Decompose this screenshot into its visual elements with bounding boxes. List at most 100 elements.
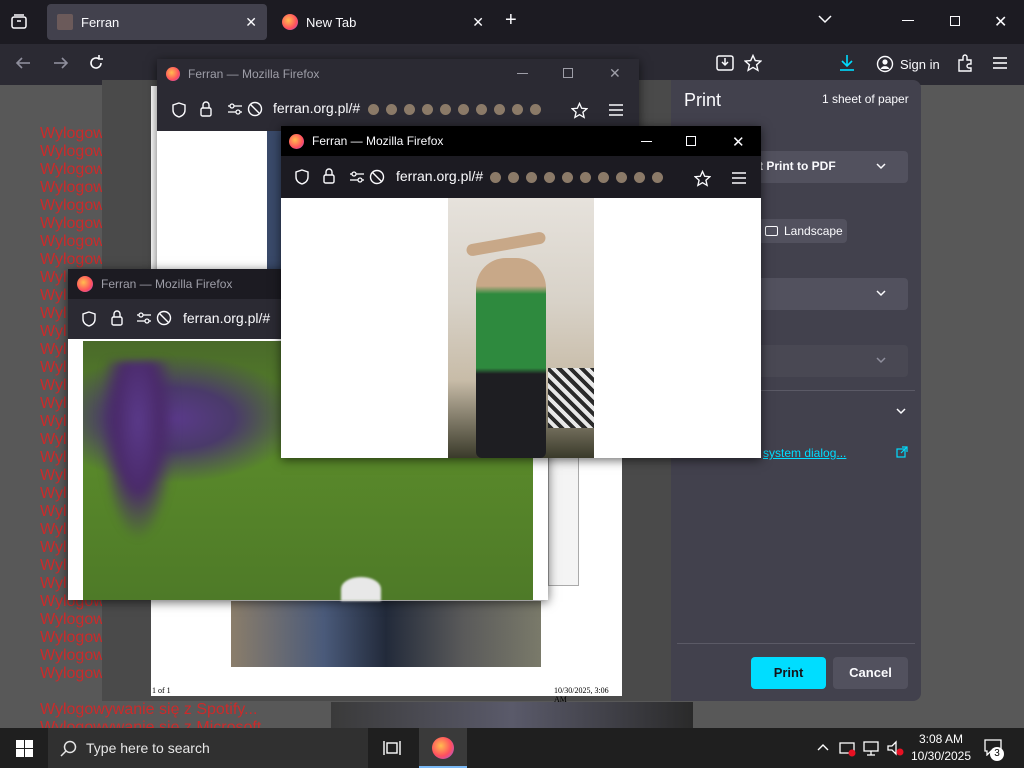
url-text[interactable]: ferran.org.pl/# bbox=[273, 100, 548, 116]
chevron-down-icon bbox=[876, 357, 886, 364]
landscape-icon bbox=[765, 226, 778, 236]
bookmark-star-icon[interactable] bbox=[571, 102, 588, 119]
autoplay-blocked-icon[interactable] bbox=[156, 310, 172, 326]
firefox-icon bbox=[289, 133, 304, 149]
external-link-icon bbox=[896, 446, 908, 458]
ball bbox=[341, 577, 381, 601]
app-menu-icon[interactable] bbox=[609, 104, 623, 116]
logout-line: Wylogow bbox=[40, 665, 105, 682]
maximize-button[interactable] bbox=[563, 68, 573, 78]
close-window-button[interactable]: ✕ bbox=[609, 65, 621, 82]
tab-list-icon[interactable] bbox=[10, 13, 28, 31]
taskbar-search[interactable]: Type here to search bbox=[48, 728, 368, 768]
chevron-down-icon bbox=[876, 290, 886, 297]
clock-date[interactable]: 10/30/2025 bbox=[906, 749, 976, 763]
permissions-icon[interactable] bbox=[349, 171, 365, 183]
network-icon[interactable] bbox=[862, 739, 880, 757]
shield-icon[interactable] bbox=[81, 311, 97, 327]
logout-line: Wylogow bbox=[40, 161, 105, 178]
clock-time[interactable]: 3:08 AM bbox=[916, 732, 966, 746]
new-tab-button[interactable]: + bbox=[505, 9, 517, 32]
close-tab-icon[interactable]: ✕ bbox=[472, 14, 484, 31]
downloads-icon[interactable] bbox=[838, 54, 856, 72]
panel-divider bbox=[677, 643, 915, 644]
system-dialog-link[interactable]: system dialog... bbox=[763, 446, 846, 460]
forward-icon[interactable] bbox=[52, 54, 70, 72]
show-hidden-icons-icon[interactable] bbox=[817, 743, 829, 751]
logout-line: Wyl bbox=[40, 485, 67, 502]
window-titlebar[interactable]: Ferran — Mozilla Firefox ✕ bbox=[281, 126, 761, 156]
url-value[interactable]: ferran.org.pl/# bbox=[183, 310, 270, 326]
account-icon bbox=[876, 55, 894, 73]
list-all-tabs-icon[interactable] bbox=[818, 14, 832, 24]
logout-line: Wyl bbox=[40, 557, 67, 574]
window-title: Ferran — Mozilla Firefox bbox=[312, 134, 444, 148]
windows-start-icon[interactable] bbox=[16, 740, 33, 757]
close-tab-icon[interactable]: ✕ bbox=[245, 14, 257, 31]
logout-line: Wylogow bbox=[40, 215, 105, 232]
url-value: ferran.org.pl/# bbox=[273, 100, 361, 116]
lock-icon[interactable] bbox=[322, 168, 336, 184]
reload-icon[interactable] bbox=[87, 54, 105, 72]
logout-line: Wyl bbox=[40, 305, 67, 322]
tab-label: Ferran bbox=[81, 14, 120, 30]
maximize-button[interactable] bbox=[686, 136, 696, 146]
logout-line: Wylogow bbox=[40, 143, 105, 160]
firefox-taskbar-button[interactable] bbox=[419, 728, 467, 768]
close-window-button[interactable]: ✕ bbox=[732, 133, 745, 151]
extensions-icon[interactable] bbox=[956, 54, 974, 72]
bookmark-star-icon[interactable] bbox=[744, 54, 762, 72]
more-settings-chevron-icon[interactable] bbox=[896, 408, 906, 415]
player-figure bbox=[93, 361, 183, 561]
permissions-icon[interactable] bbox=[227, 103, 243, 115]
minimize-button[interactable] bbox=[902, 20, 914, 21]
minimize-button[interactable] bbox=[641, 141, 652, 142]
save-to-pocket-icon[interactable] bbox=[716, 54, 734, 72]
close-window-button[interactable]: ✕ bbox=[994, 12, 1007, 32]
sign-in-label: Sign in bbox=[900, 56, 940, 72]
app-menu-icon[interactable] bbox=[732, 172, 746, 184]
url-text[interactable]: ferran.org.pl/# bbox=[396, 168, 670, 184]
restore-button[interactable] bbox=[950, 16, 960, 26]
person-figure bbox=[476, 258, 546, 458]
notification-count-badge: 3 bbox=[990, 747, 1004, 761]
back-icon[interactable] bbox=[14, 54, 32, 72]
logout-line: Wylogow bbox=[40, 251, 105, 268]
autoplay-blocked-icon[interactable] bbox=[247, 101, 263, 117]
tab-ferran[interactable]: Ferran ✕ bbox=[47, 4, 267, 40]
logout-line: Wyl bbox=[40, 431, 67, 448]
blanket bbox=[548, 368, 594, 428]
volume-muted-icon[interactable] bbox=[886, 739, 904, 757]
background-image bbox=[331, 702, 693, 728]
firefox-icon bbox=[282, 14, 298, 30]
logout-line: Wyl bbox=[40, 521, 67, 538]
sign-in-button[interactable]: Sign in bbox=[868, 48, 944, 80]
window-title: Ferran — Mozilla Firefox bbox=[101, 277, 233, 291]
lock-icon[interactable] bbox=[199, 101, 213, 117]
minimize-button[interactable] bbox=[517, 73, 528, 74]
app-menu-icon[interactable] bbox=[992, 56, 1008, 70]
url-value: ferran.org.pl/# bbox=[396, 168, 484, 184]
logout-line: Wylogow bbox=[40, 233, 105, 250]
window-titlebar[interactable]: Ferran — Mozilla Firefox ✕ bbox=[157, 59, 639, 89]
preview-page-shadow bbox=[548, 455, 579, 586]
lock-icon[interactable] bbox=[110, 310, 124, 326]
shield-icon[interactable] bbox=[171, 102, 187, 118]
security-warning-icon[interactable] bbox=[838, 739, 856, 757]
cancel-button[interactable]: Cancel bbox=[833, 657, 908, 689]
print-button[interactable]: Print bbox=[751, 657, 826, 689]
logout-line: Wylogow bbox=[40, 629, 105, 646]
shield-icon[interactable] bbox=[294, 169, 310, 185]
landscape-button[interactable]: Landscape bbox=[757, 219, 847, 243]
print-title: Print bbox=[684, 90, 722, 110]
window-title: Ferran — Mozilla Firefox bbox=[188, 67, 320, 81]
search-placeholder: Type here to search bbox=[86, 740, 210, 756]
bookmark-star-icon[interactable] bbox=[694, 170, 711, 187]
task-view-icon[interactable] bbox=[383, 739, 401, 757]
logout-line: Wyl bbox=[40, 539, 67, 556]
logout-line: Wyl bbox=[40, 503, 67, 520]
permissions-icon[interactable] bbox=[136, 312, 152, 324]
tab-new-tab[interactable]: New Tab ✕ bbox=[272, 4, 494, 40]
autoplay-blocked-icon[interactable] bbox=[369, 169, 385, 185]
firefox-window-front[interactable]: Ferran — Mozilla Firefox ✕ ferran.org.pl… bbox=[281, 126, 761, 458]
